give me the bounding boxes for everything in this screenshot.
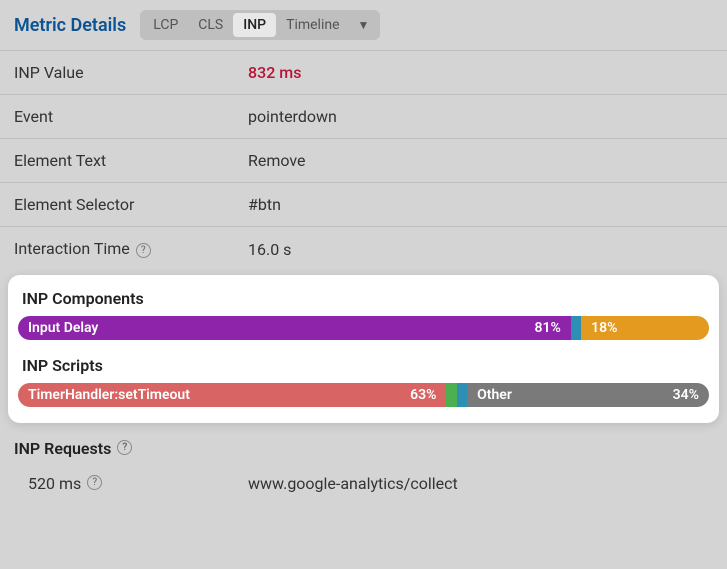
detail-value: pointerdown (248, 107, 337, 126)
help-icon[interactable]: ? (136, 243, 151, 258)
detail-row: Interaction Time?16.0 s (0, 226, 727, 271)
metric-tabs: LCPCLSINPTimeline▼ (140, 10, 380, 40)
detail-label: Element Selector (14, 195, 248, 214)
bar-segment (457, 383, 467, 407)
detail-label: Interaction Time? (14, 239, 248, 259)
inp-scripts-bar: TimerHandler:setTimeout63% Other34% (18, 383, 709, 407)
bar-segment: Other34% (467, 383, 709, 407)
inp-breakdown-card: INP Components Input Delay81% 18% INP Scr… (8, 275, 719, 423)
detail-label: INP Value (14, 63, 248, 82)
tab-lcp[interactable]: LCP (143, 13, 188, 37)
page-title: Metric Details (14, 15, 126, 36)
request-url: www.google-analytics/collect (248, 474, 458, 493)
detail-row: INP Value832 ms (0, 50, 727, 94)
tab-inp[interactable]: INP (233, 13, 276, 37)
bar-segment (571, 316, 581, 340)
detail-label: Event (14, 107, 248, 126)
inp-components-bar: Input Delay81% 18% (18, 316, 709, 340)
detail-value: 16.0 s (248, 240, 291, 259)
help-icon[interactable]: ? (117, 440, 132, 455)
inp-requests-title: INP Requests ? (0, 427, 727, 464)
detail-value: Remove (248, 151, 306, 170)
detail-value: #btn (248, 195, 281, 214)
help-icon[interactable]: ? (87, 475, 102, 490)
detail-row: Eventpointerdown (0, 94, 727, 138)
detail-value: 832 ms (248, 63, 301, 82)
request-row: 520 ms?www.google-analytics/collect (0, 464, 727, 509)
bar-segment: 18% (581, 316, 709, 340)
bar-segment: Input Delay81% (18, 316, 571, 340)
inp-scripts-title: INP Scripts (18, 352, 709, 383)
inp-components-title: INP Components (18, 285, 709, 316)
bar-segment: TimerHandler:setTimeout63% (18, 383, 446, 407)
detail-row: Element Selector#btn (0, 182, 727, 226)
tab-timeline[interactable]: Timeline (276, 13, 349, 37)
request-time: 520 ms? (28, 474, 248, 493)
tab-cls[interactable]: CLS (188, 13, 233, 37)
bar-segment (446, 383, 456, 407)
detail-row: Element TextRemove (0, 138, 727, 182)
detail-label: Element Text (14, 151, 248, 170)
chevron-down-icon[interactable]: ▼ (350, 14, 378, 36)
